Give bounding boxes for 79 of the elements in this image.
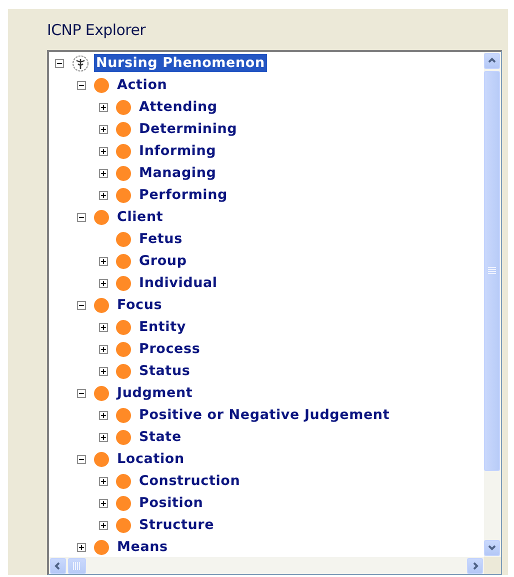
tree-item[interactable]: Nursing Phenomenon	[94, 54, 267, 72]
expand-toggle[interactable]	[99, 278, 108, 288]
expand-toggle[interactable]	[99, 344, 108, 354]
tree-item[interactable]: Process	[137, 340, 202, 358]
grip-icon	[488, 267, 496, 275]
tree-item[interactable]: Individual	[137, 274, 220, 292]
collapse-toggle[interactable]	[77, 300, 86, 310]
node-icon	[94, 210, 109, 224]
expand-toggle[interactable]	[99, 146, 108, 156]
tree-item[interactable]: Action	[115, 76, 170, 94]
tree-item[interactable]: Focus	[115, 296, 164, 314]
scroll-left-button[interactable]	[50, 558, 66, 574]
expand-toggle[interactable]	[99, 168, 108, 178]
node-icon	[94, 386, 109, 400]
node-icon	[116, 496, 131, 510]
expand-toggle[interactable]	[77, 542, 86, 552]
node-icon	[116, 474, 131, 488]
tree-item[interactable]: Determining	[137, 120, 240, 138]
expand-toggle[interactable]	[99, 366, 108, 376]
scroll-thumb[interactable]	[68, 558, 86, 574]
node-icon	[94, 540, 109, 554]
expand-toggle[interactable]	[99, 432, 108, 442]
expand-toggle[interactable]	[99, 498, 108, 508]
node-icon	[116, 276, 131, 290]
expand-toggle[interactable]	[99, 124, 108, 134]
scroll-up-button[interactable]	[484, 53, 500, 69]
tree-item[interactable]: Status	[137, 362, 192, 380]
tree-item[interactable]: Managing	[137, 164, 218, 182]
node-icon	[116, 100, 131, 114]
node-icon	[116, 166, 131, 180]
tree-item[interactable]: Attending	[137, 98, 220, 116]
tree-item[interactable]: Client	[115, 208, 166, 226]
scroll-thumb[interactable]	[484, 71, 500, 471]
expand-toggle[interactable]	[99, 476, 108, 486]
collapse-toggle[interactable]	[77, 388, 86, 398]
scroll-down-button[interactable]	[484, 540, 500, 556]
node-icon	[116, 232, 131, 246]
expand-toggle[interactable]	[99, 102, 108, 112]
vertical-scrollbar[interactable]	[484, 52, 501, 557]
node-icon	[94, 298, 109, 312]
expand-toggle[interactable]	[99, 322, 108, 332]
panel-title: ICNP Explorer	[47, 21, 147, 41]
tree-item[interactable]: Means	[115, 538, 170, 556]
node-icon	[116, 430, 131, 444]
node-icon	[116, 122, 131, 136]
node-icon	[94, 78, 109, 92]
collapse-toggle[interactable]	[77, 454, 86, 464]
tree-item[interactable]: Performing	[137, 186, 230, 204]
expand-toggle[interactable]	[99, 256, 108, 266]
expand-toggle[interactable]	[99, 410, 108, 420]
tree-item[interactable]: Position	[137, 494, 206, 512]
expand-toggle[interactable]	[99, 190, 108, 200]
tree-item[interactable]: Group	[137, 252, 189, 270]
caduceus-icon	[72, 54, 89, 72]
tree-item[interactable]: Entity	[137, 318, 188, 336]
tree-item[interactable]: Informing	[137, 142, 218, 160]
tree-item[interactable]: Construction	[137, 472, 242, 490]
node-icon	[116, 518, 131, 532]
tree-item[interactable]: Judgment	[115, 384, 195, 402]
node-icon	[116, 364, 131, 378]
node-icon	[116, 254, 131, 268]
tree-item[interactable]: Structure	[137, 516, 216, 534]
tree-item[interactable]: Fetus	[137, 230, 184, 248]
collapse-toggle[interactable]	[77, 212, 86, 222]
collapse-toggle[interactable]	[77, 80, 86, 90]
node-icon	[116, 188, 131, 202]
grip-icon	[73, 562, 81, 570]
node-icon	[116, 342, 131, 356]
expand-toggle[interactable]	[99, 520, 108, 530]
node-icon	[116, 408, 131, 422]
node-icon	[94, 452, 109, 466]
tree-item[interactable]: Positive or Negative Judgement	[137, 406, 392, 424]
node-icon	[116, 144, 131, 158]
scroll-right-button[interactable]	[467, 558, 483, 574]
collapse-toggle[interactable]	[55, 58, 64, 68]
node-icon	[116, 320, 131, 334]
tree-item[interactable]: State	[137, 428, 184, 446]
horizontal-scrollbar[interactable]	[49, 557, 484, 574]
tree-item[interactable]: Location	[115, 450, 186, 468]
